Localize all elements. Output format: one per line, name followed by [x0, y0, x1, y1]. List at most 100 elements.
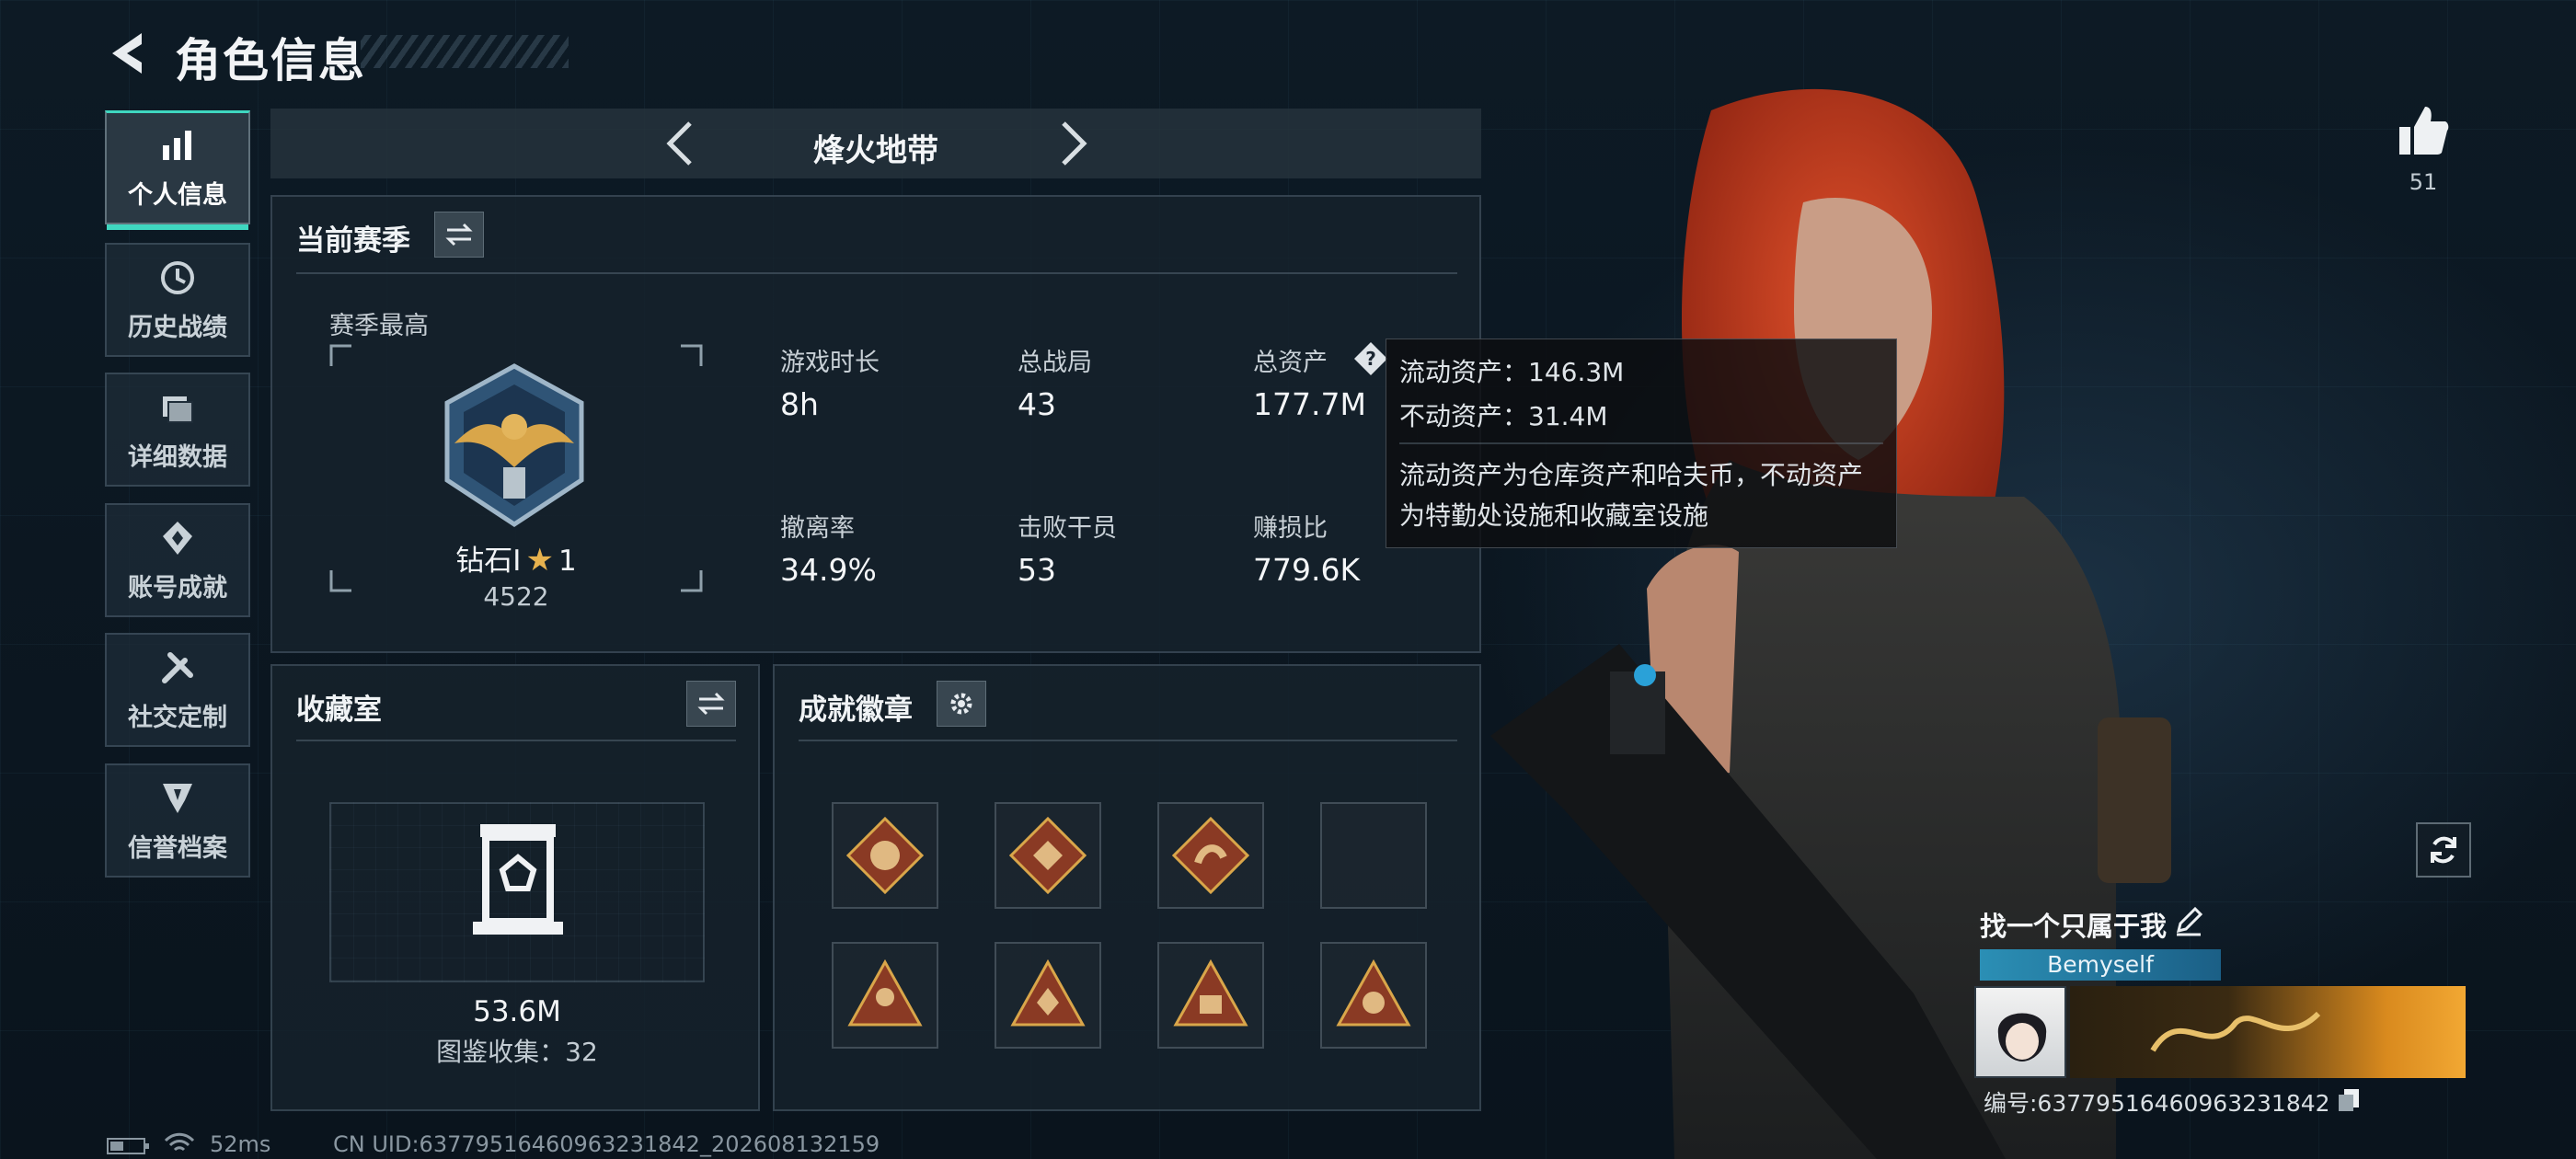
sidebar-item-history[interactable]: 历史战绩: [105, 243, 250, 357]
achievements-settings-button[interactable]: [937, 681, 986, 727]
badge-dragon-icon: [1009, 817, 1087, 894]
refresh-button[interactable]: [2416, 822, 2471, 878]
back-arrow-icon[interactable]: [103, 28, 155, 79]
history-clock-icon: [161, 260, 194, 294]
season-panel: 当前赛季 赛季最高 钻石I ★ 1 4522 游戏时长 8h 总战局 43 总资…: [270, 195, 1481, 653]
stat-extract-rate-value: 34.9%: [780, 552, 877, 588]
season-best-label: 赛季最高: [329, 312, 429, 340]
stat-extract-rate-label: 撤离率: [780, 514, 855, 543]
sidebar-item-label: 信誉档案: [128, 833, 227, 863]
rank-star-icon: ★: [525, 542, 554, 579]
signature-calligraphy: [2150, 1011, 2321, 1052]
stat-play-time-value: 8h: [780, 386, 819, 422]
divider: [296, 272, 1457, 274]
wifi-icon: [164, 1132, 195, 1152]
assets-help-icon[interactable]: ?: [1352, 340, 1389, 377]
battery-icon: [107, 1138, 149, 1154]
diamond-rank-emblem-icon: [444, 363, 584, 527]
bar-chart-icon: [163, 131, 191, 160]
stat-kills-value: 53: [1018, 552, 1056, 588]
badge-slot-empty[interactable]: [1320, 802, 1427, 909]
map-name: 烽火地带: [813, 132, 938, 169]
collection-value: 53.6M: [473, 995, 561, 1028]
refresh-icon: [2431, 836, 2456, 864]
season-title: 当前赛季: [296, 224, 410, 258]
player-tag: Bemyself: [1980, 949, 2221, 981]
achievements-title: 成就徽章: [799, 694, 913, 727]
rank-info: 钻石I ★ 1: [329, 537, 703, 579]
copy-icon[interactable]: [2337, 1087, 2361, 1113]
rank-score: 4522: [483, 581, 549, 612]
badge-slot[interactable]: [832, 802, 938, 909]
tooltip-divider: [1399, 442, 1883, 444]
tooltip-liquid-assets: 流动资产：146.3M: [1399, 357, 1625, 387]
collection-switch-button[interactable]: [686, 681, 736, 727]
avatar[interactable]: [1974, 986, 2066, 1078]
player-tag-text: Bemyself: [2047, 951, 2154, 978]
like-count: 51: [2409, 169, 2438, 195]
gear-icon: [950, 693, 972, 715]
display-case-icon: [473, 824, 563, 935]
uid-text: CN UID:63779516460963231842_202608132159: [333, 1131, 880, 1157]
badge-slot[interactable]: [1320, 942, 1427, 1049]
collection-count: 图鉴收集：32: [436, 1037, 598, 1067]
achievements-panel: 成就徽章: [773, 664, 1481, 1111]
switch-arrows-icon: [697, 692, 725, 716]
sidebar-item-reputation[interactable]: 信誉档案: [105, 763, 250, 878]
sidebar-item-label: 个人信息: [128, 181, 227, 210]
sidebar-item-detailed-data[interactable]: 详细数据: [105, 373, 250, 487]
badge-slot[interactable]: [1157, 942, 1264, 1049]
assets-tooltip: 流动资产：146.3M 不动资产：31.4M 流动资产为仓库资产和哈夫币，不动资…: [1386, 339, 1897, 548]
badge-triangle-box-icon: [1173, 958, 1248, 1027]
badge-beast-icon: [846, 817, 924, 894]
ping-text: 52ms: [210, 1131, 271, 1157]
sidebar-item-achievements[interactable]: 账号成就: [105, 503, 250, 617]
tooltip-description-line1: 流动资产为仓库资产和哈夫币，不动资产: [1399, 460, 1864, 490]
divider: [799, 740, 1457, 741]
badge-slot[interactable]: [1157, 802, 1264, 909]
badge-slot[interactable]: [995, 802, 1101, 909]
badge-serpent-icon: [1172, 817, 1249, 894]
achievement-icon: [163, 521, 192, 555]
badge-slot[interactable]: [995, 942, 1101, 1049]
folder-icon: [163, 396, 193, 423]
stat-profit-ratio-label: 赚损比: [1253, 514, 1328, 543]
stat-total-matches-value: 43: [1018, 386, 1056, 422]
stat-total-assets-label: 总资产: [1253, 349, 1328, 377]
tooltip-fixed-assets: 不动资产：31.4M: [1399, 401, 1608, 431]
wrench-icon: [162, 651, 193, 683]
like-thumb-icon[interactable]: [2396, 103, 2451, 158]
stat-total-matches-label: 总战局: [1018, 349, 1092, 377]
sidebar-item-label: 历史战绩: [128, 313, 227, 342]
title-decoration: [361, 35, 569, 68]
rank-name: 钻石I: [455, 545, 522, 578]
collection-title: 收藏室: [296, 694, 382, 727]
edit-pencil-icon[interactable]: [2173, 905, 2204, 936]
next-map-arrow-icon[interactable]: [1043, 116, 1098, 171]
svg-text:?: ?: [1365, 348, 1376, 370]
player-id: 编号:63779516460963231842: [1984, 1090, 2330, 1117]
rank-stars: 1: [558, 545, 577, 578]
sidebar-item-label: 账号成就: [128, 573, 227, 602]
sidebar-item-label: 详细数据: [128, 442, 227, 472]
avatar-portrait-icon: [1997, 1013, 2047, 1061]
sidebar-item-social[interactable]: 社交定制: [105, 633, 250, 747]
badge-triangle-gem-icon: [1010, 958, 1086, 1027]
name-card-banner[interactable]: [2070, 986, 2466, 1078]
divider: [296, 740, 736, 741]
stat-play-time-label: 游戏时长: [780, 349, 880, 377]
switch-arrows-icon: [445, 223, 473, 247]
collection-preview[interactable]: [329, 802, 705, 982]
season-switch-button[interactable]: [434, 212, 484, 258]
shield-icon: [163, 783, 192, 813]
sidebar-item-label: 社交定制: [128, 703, 227, 732]
page-title: 角色信息: [175, 34, 366, 87]
badge-slot[interactable]: [832, 942, 938, 1049]
stat-total-assets-value: 177.7M: [1253, 386, 1366, 422]
tooltip-description-line2: 为特勤处设施和收藏室设施: [1399, 500, 1709, 531]
stat-profit-ratio-value: 779.6K: [1253, 552, 1361, 588]
question-diamond-icon: ?: [1354, 342, 1387, 375]
badge-triangle-figure-icon: [847, 958, 923, 1027]
sidebar-item-personal-info[interactable]: 个人信息: [105, 110, 250, 230]
badge-triangle-skull-icon: [1336, 958, 1411, 1027]
